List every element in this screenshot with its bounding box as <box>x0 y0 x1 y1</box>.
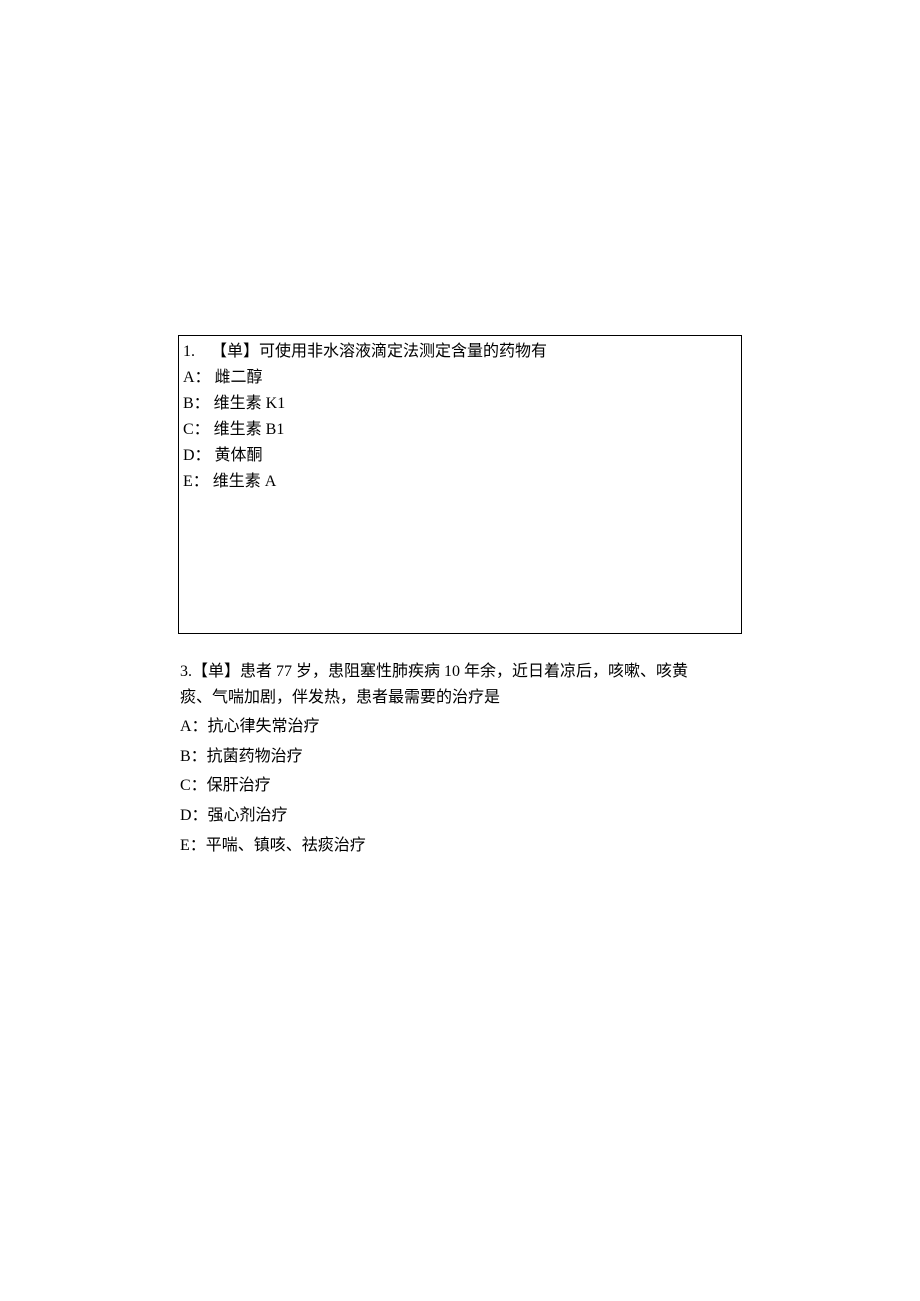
question-3-option-e: E：平喘、镇咳、祛痰治疗 <box>180 833 742 859</box>
question-3-stem: 3.【单】患者 77 岁，患阻塞性肺疾病 10 年余，近日着凉后，咳嗽、咳黄 痰… <box>180 659 742 710</box>
question-3-option-a: A：抗心律失常治疗 <box>180 714 742 740</box>
question-1-box: 1. 【单】可使用非水溶液滴定法测定含量的药物有 A： 雌二醇 B： 维生素 K… <box>178 335 742 634</box>
question-1-option-c: C： 维生素 B1 <box>183 418 735 442</box>
question-3: 3.【单】患者 77 岁，患阻塞性肺疾病 10 年余，近日着凉后，咳嗽、咳黄 痰… <box>178 659 742 858</box>
question-1-type: 【单】 <box>211 343 259 360</box>
question-3-options: A：抗心律失常治疗 B：抗菌药物治疗 C：保肝治疗 D：强心剂治疗 E：平喘、镇… <box>180 714 742 858</box>
question-1-option-e: E： 维生素 A <box>183 470 735 494</box>
question-3-stem-line1: 3.【单】患者 77 岁，患阻塞性肺疾病 10 年余，近日着凉后，咳嗽、咳黄 <box>180 659 742 685</box>
question-1-option-b: B： 维生素 K1 <box>183 392 735 416</box>
document-content: 1. 【单】可使用非水溶液滴定法测定含量的药物有 A： 雌二醇 B： 维生素 K… <box>0 0 920 858</box>
question-3-stem-line2: 痰、气喘加剧，伴发热，患者最需要的治疗是 <box>180 685 742 711</box>
question-1-option-d: D： 黄体酮 <box>183 444 735 468</box>
question-1-number: 1. <box>183 343 195 360</box>
question-1-stem: 1. 【单】可使用非水溶液滴定法测定含量的药物有 <box>183 340 735 364</box>
question-1-text: 可使用非水溶液滴定法测定含量的药物有 <box>259 343 547 360</box>
question-1-options: A： 雌二醇 B： 维生素 K1 C： 维生素 B1 D： 黄体酮 E： 维生素… <box>183 366 735 494</box>
question-3-option-d: D：强心剂治疗 <box>180 803 742 829</box>
question-3-option-b: B：抗菌药物治疗 <box>180 744 742 770</box>
question-3-option-c: C：保肝治疗 <box>180 773 742 799</box>
question-1-option-a: A： 雌二醇 <box>183 366 735 390</box>
